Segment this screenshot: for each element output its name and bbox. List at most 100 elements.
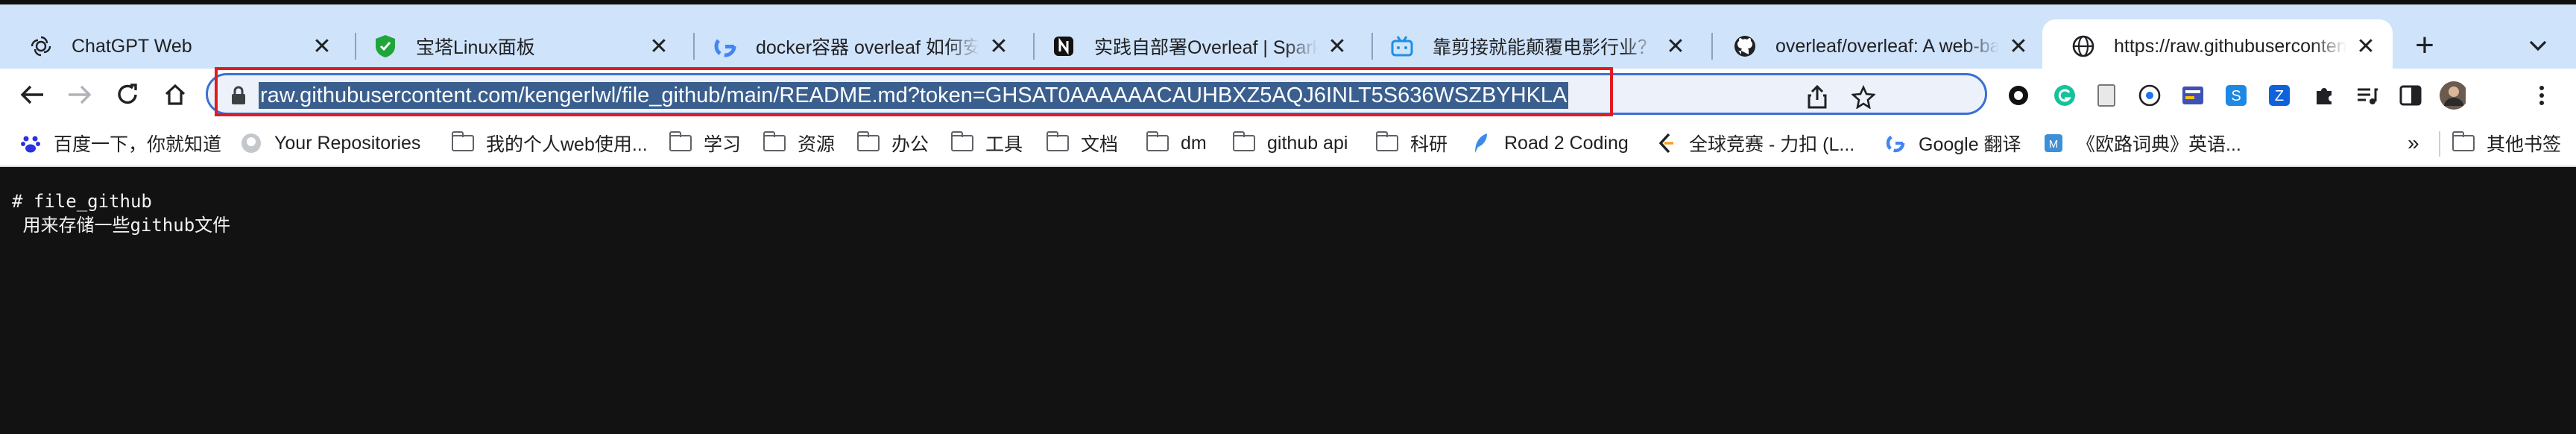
tab-sparkto[interactable]: 实践自部署Overleaf | Sparkto ✕ <box>1023 19 1364 73</box>
bookmark-label: 全球竞赛 - 力扣 (L... <box>1689 134 1855 155</box>
bilibili-icon <box>1389 34 1415 59</box>
tab-github-overleaf[interactable]: overleaf/overleaf: A web-bas ✕ <box>1704 19 2045 73</box>
bookmark-label: 学习 <box>704 134 742 155</box>
github-icon <box>240 132 262 154</box>
media-playlist-icon[interactable] <box>2354 82 2381 109</box>
other-bookmarks[interactable]: 其他书签 <box>2452 130 2561 157</box>
avatar[interactable] <box>2439 81 2466 110</box>
bookmark-label: 工具 <box>985 134 1023 155</box>
tab-title: 靠剪接就能颠覆电影行业？！剪 <box>1433 37 1656 58</box>
bookmark-label: 办公 <box>891 134 929 155</box>
folder-icon <box>763 131 786 154</box>
folder-icon <box>2452 131 2475 154</box>
bookmark-label: Road 2 Coding <box>1504 132 1629 154</box>
bookmark-your-repositories[interactable]: Your Repositories <box>240 130 420 157</box>
bookmark-folder-office[interactable]: 办公 <box>856 130 929 157</box>
bookmark-folder-resources[interactable]: 资源 <box>763 130 835 157</box>
raw-text-content: # file_github 用来存储一些github文件 <box>12 189 230 237</box>
close-icon[interactable]: ✕ <box>312 34 332 59</box>
close-icon[interactable]: ✕ <box>648 34 669 59</box>
side-panel-icon[interactable] <box>2397 82 2424 109</box>
folder-icon <box>669 131 692 154</box>
bookmark-leetcode[interactable]: 全球竞赛 - 力扣 (L... <box>1655 130 1854 157</box>
extension-zhihu-icon[interactable]: Z <box>2266 82 2293 109</box>
notion-icon <box>1051 34 1076 59</box>
bookmark-label: Google 翻译 <box>1919 134 2021 155</box>
bookmark-road2coding[interactable]: Road 2 Coding <box>1470 130 1629 157</box>
folder-icon <box>950 131 973 154</box>
bookmark-baidu[interactable]: 百度一下，你就知道 <box>19 130 221 157</box>
openai-icon <box>28 34 54 59</box>
bookmark-label: 文档 <box>1081 134 1119 155</box>
url-highlight-box <box>215 67 1613 116</box>
tab-raw-githubusercontent[interactable]: https://raw.githubuserconten ✕ <box>2042 19 2393 73</box>
close-icon[interactable]: ✕ <box>1327 34 1348 59</box>
tab-strip: ChatGPT Web ✕ 宝塔Linux面板 ✕ docker容器 overl… <box>0 0 2576 73</box>
chevron-down-icon[interactable] <box>2519 27 2557 64</box>
folder-icon <box>1146 131 1169 154</box>
svg-text:Z: Z <box>2275 88 2284 104</box>
globe-icon <box>2071 34 2096 59</box>
tab-title: 实践自部署Overleaf | Sparkto <box>1094 37 1318 58</box>
extension-circle-icon[interactable] <box>2005 82 2032 109</box>
bookmark-label: Your Repositories <box>274 132 421 154</box>
home-button[interactable] <box>157 76 194 113</box>
tab-chatgpt[interactable]: ChatGPT Web ✕ <box>0 19 349 73</box>
bookmark-folder-docs[interactable]: 文档 <box>1046 130 1118 157</box>
tab-title: ChatGPT Web <box>72 35 192 57</box>
reload-button[interactable] <box>109 76 146 113</box>
other-bookmarks-label: 其他书签 <box>2487 134 2562 155</box>
bookmark-folder-dm[interactable]: dm <box>1146 130 1207 157</box>
extension-s-icon[interactable]: S <box>2223 82 2250 109</box>
bookmark-label: 我的个人web使用... <box>486 134 648 155</box>
folder-icon <box>1375 131 1398 154</box>
eudic-icon: M <box>2042 132 2065 154</box>
forward-button[interactable] <box>61 76 98 113</box>
bookmarks-bar: 百度一下，你就知道 Your Repositories 我的个人web使用...… <box>0 121 2576 167</box>
browser-window: ChatGPT Web ✕ 宝塔Linux面板 ✕ docker容器 overl… <box>0 0 2576 434</box>
bookmark-google-translate[interactable]: Google 翻译 <box>1884 130 2021 157</box>
tab-google-docker[interactable]: docker容器 overleaf 如何安装 ✕ <box>684 19 1026 73</box>
close-icon[interactable]: ✕ <box>2355 34 2376 59</box>
extension-document-icon[interactable] <box>2093 82 2120 109</box>
bookmarks-divider <box>2439 131 2440 157</box>
tab-title: docker容器 overleaf 如何安装 <box>756 37 979 58</box>
bookmark-label: 科研 <box>1410 134 1448 155</box>
close-icon[interactable]: ✕ <box>988 34 1009 59</box>
folder-icon <box>451 131 474 154</box>
baidu-paw-icon <box>19 132 42 154</box>
bookmark-folder-research[interactable]: 科研 <box>1375 130 1448 157</box>
more-bookmarks-button[interactable]: » <box>2408 131 2419 155</box>
tab-baota[interactable]: 宝塔Linux面板 ✕ <box>344 19 686 73</box>
folder-icon <box>1232 131 1255 154</box>
close-icon[interactable]: ✕ <box>2008 34 2029 59</box>
extension-keyboard-icon[interactable] <box>2179 82 2206 109</box>
tab-title: https://raw.githubuserconten <box>2114 35 2346 57</box>
bookmark-folder-personal[interactable]: 我的个人web使用... <box>451 130 648 157</box>
back-button[interactable] <box>13 76 51 113</box>
bookmark-label: github api <box>1267 132 1348 154</box>
baota-shield-icon <box>373 34 398 59</box>
leetcode-icon <box>1655 132 1677 154</box>
extension-shield-icon[interactable] <box>2136 82 2163 109</box>
share-icon[interactable] <box>1805 84 1830 110</box>
bookmark-label: 百度一下，你就知道 <box>54 134 222 155</box>
tab-bilibili[interactable]: 靠剪接就能颠覆电影行业？！剪 ✕ <box>1361 19 1702 73</box>
svg-text:M: M <box>2049 138 2059 151</box>
bookmark-eudic[interactable]: M 《欧路词典》英语... <box>2042 130 2241 157</box>
kebab-menu-icon[interactable] <box>2528 82 2555 109</box>
close-icon[interactable]: ✕ <box>1665 34 1686 59</box>
google-icon <box>1884 132 1907 154</box>
new-tab-button[interactable]: + <box>2406 27 2443 64</box>
extension-grammarly-icon[interactable] <box>2051 82 2078 109</box>
puzzle-extensions-icon[interactable] <box>2311 82 2337 109</box>
bookmark-folder-github-api[interactable]: github api <box>1232 130 1348 157</box>
readme-description: 用来存储一些github文件 <box>12 215 231 236</box>
feather-icon <box>1470 132 1492 154</box>
bookmark-folder-tools[interactable]: 工具 <box>950 130 1023 157</box>
tab-title: overleaf/overleaf: A web-bas <box>1775 35 1999 57</box>
bookmark-folder-study[interactable]: 学习 <box>669 130 741 157</box>
bookmark-label: 《欧路词典》英语... <box>2077 134 2241 155</box>
google-icon <box>713 34 738 59</box>
star-icon[interactable] <box>1851 84 1876 110</box>
